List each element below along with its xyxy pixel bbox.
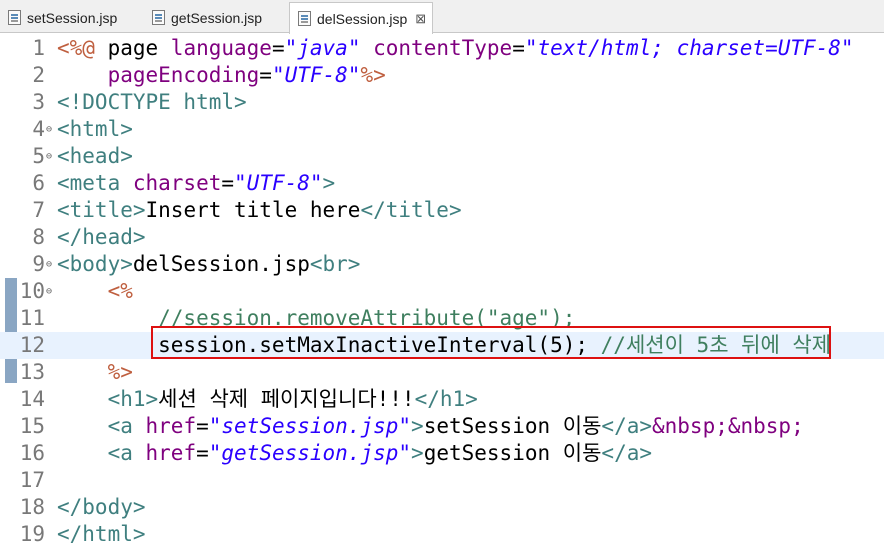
code-line: 3 <!DOCTYPE html> — [0, 89, 884, 116]
line-number: 7 — [32, 198, 45, 222]
code-line: 2 pageEncoding="UTF-8"%> — [0, 62, 884, 89]
line-number: 17 — [19, 468, 45, 492]
line-number: 11 — [19, 306, 45, 330]
code-line: 4 ⊖ <html> — [0, 116, 884, 143]
code-line: 1 <%@ page language="java" contentType="t… — [0, 35, 884, 62]
line-number: 18 — [19, 495, 45, 519]
code-line: 10 ⊖ <% — [0, 278, 884, 305]
code-line: 6 <meta charset="UTF-8"> — [0, 170, 884, 197]
line-code: <body>delSession.jsp<br> — [57, 252, 361, 276]
line-code: </html> — [57, 522, 146, 546]
line-code: %> — [57, 360, 133, 384]
tab-label: delSession.jsp — [317, 10, 408, 27]
line-number: 14 — [19, 387, 45, 411]
line-code: </body> — [57, 495, 146, 519]
code-editor[interactable]: 1 <%@ page language="java" contentType="t… — [0, 33, 884, 548]
fold-toggle-icon[interactable]: ⊖ — [46, 278, 52, 305]
line-number: 9 — [32, 252, 45, 276]
code-line: 8 </head> — [0, 224, 884, 251]
tab-label: getSession.jsp — [171, 9, 263, 26]
line-code: <!DOCTYPE html> — [57, 90, 247, 114]
jsp-file-icon — [298, 11, 311, 26]
line-number: 10 — [19, 279, 45, 303]
line-code: <%@ page language="java" contentType="te… — [57, 36, 854, 60]
line-number: 4 — [32, 117, 45, 141]
tab-label: setSession.jsp — [27, 9, 118, 26]
line-number: 3 — [32, 90, 45, 114]
line-code: <html> — [57, 117, 133, 141]
tab-getsession[interactable]: getSession.jsp — [144, 2, 284, 33]
line-code: <title>Insert title here</title> — [57, 198, 462, 222]
fold-toggle-icon[interactable]: ⊖ — [46, 116, 52, 143]
code-line: 16 <a href="getSession.jsp">getSession 이… — [0, 440, 884, 467]
fold-toggle-icon[interactable]: ⊖ — [46, 143, 52, 170]
line-number: 15 — [19, 414, 45, 438]
line-number: 8 — [32, 225, 45, 249]
code-line: 15 <a href="setSession.jsp">setSession 이… — [0, 413, 884, 440]
jsp-file-icon — [8, 10, 21, 25]
code-line: 9 ⊖ <body>delSession.jsp<br> — [0, 251, 884, 278]
close-tab-icon[interactable]: ⊠ — [415, 11, 426, 27]
line-number: 1 — [32, 36, 45, 60]
line-number: 16 — [19, 441, 45, 465]
code-line: 14 <h1>세션 삭제 페이지입니다!!!</h1> — [0, 386, 884, 413]
line-code: <h1>세션 삭제 페이지입니다!!!</h1> — [57, 387, 478, 411]
jsp-file-icon — [152, 10, 165, 25]
line-code: <a href="getSession.jsp">getSession 이동</… — [57, 441, 652, 465]
code-line: 5 ⊖ <head> — [0, 143, 884, 170]
code-line: 17 — [0, 467, 884, 494]
line-number: 5 — [32, 144, 45, 168]
line-code: <meta charset="UTF-8"> — [57, 171, 336, 195]
tab-delsession[interactable]: delSession.jsp ⊠ — [289, 2, 433, 34]
line-code: pageEncoding="UTF-8"%> — [107, 63, 386, 87]
line-code: <head> — [57, 144, 133, 168]
line-code: <a href="setSession.jsp">setSession 이동</… — [57, 414, 804, 438]
line-number: 12 — [19, 333, 45, 357]
code-line: 19 </html> — [0, 521, 884, 548]
line-code: <% — [57, 279, 133, 303]
line-number: 19 — [19, 522, 45, 546]
highlight-box — [151, 326, 831, 359]
fold-toggle-icon[interactable]: ⊖ — [46, 251, 52, 278]
tab-setsession[interactable]: setSession.jsp — [0, 2, 140, 33]
code-line: 7 <title>Insert title here</title> — [0, 197, 884, 224]
editor-tab-bar: setSession.jsp getSession.jsp delSession… — [0, 0, 884, 34]
line-number: 13 — [19, 360, 45, 384]
line-number: 2 — [32, 63, 45, 87]
line-code: </head> — [57, 225, 146, 249]
code-line: 18 </body> — [0, 494, 884, 521]
line-number: 6 — [32, 171, 45, 195]
code-line: 13 %> — [0, 359, 884, 386]
